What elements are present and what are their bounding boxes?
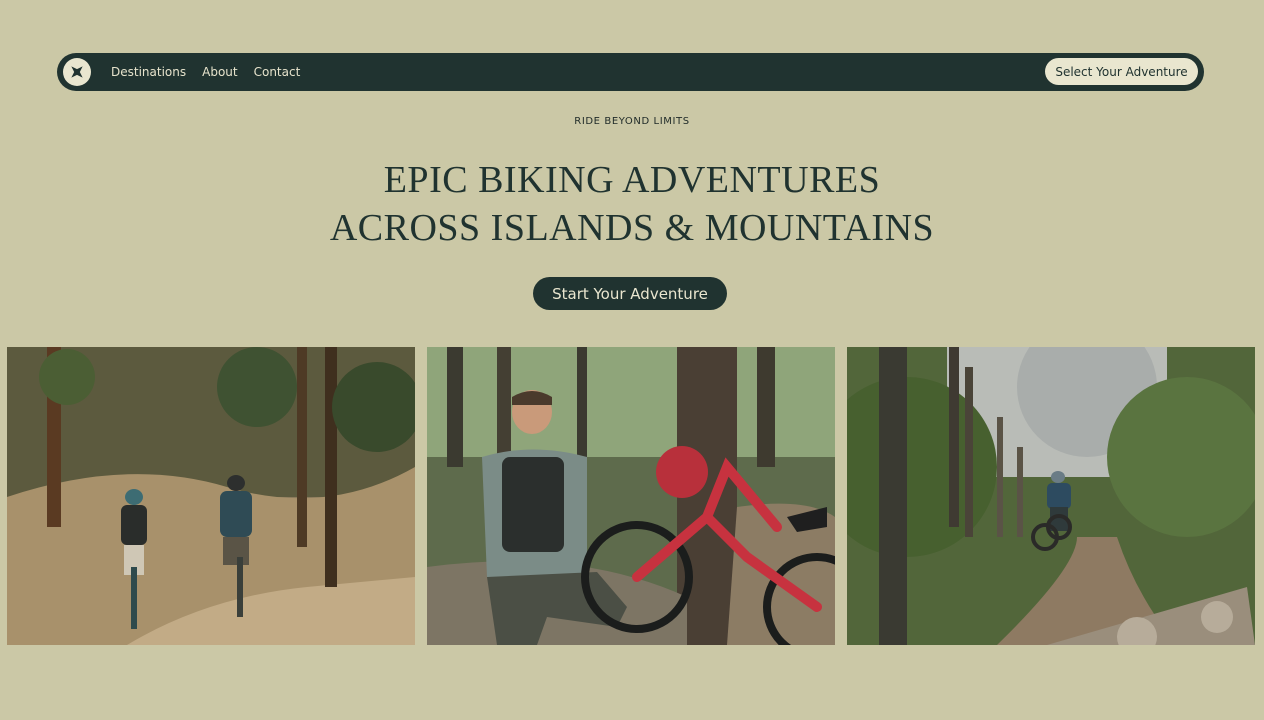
start-adventure-button[interactable]: Start Your Adventure bbox=[533, 277, 727, 310]
nav-links: Destinations About Contact bbox=[111, 65, 300, 79]
hero-eyebrow: RIDE BEYOND LIMITS bbox=[574, 116, 690, 127]
gallery-image-riders-trail bbox=[7, 347, 415, 645]
nav-link-about[interactable]: About bbox=[202, 65, 237, 79]
select-adventure-button[interactable]: Select Your Adventure bbox=[1045, 58, 1198, 85]
logo[interactable] bbox=[63, 58, 91, 86]
headline-line-1: EPIC BIKING ADVENTURES bbox=[383, 159, 881, 201]
nav-link-contact[interactable]: Contact bbox=[254, 65, 301, 79]
gallery-image-smiling-rider bbox=[427, 347, 835, 645]
compass-star-icon bbox=[71, 66, 83, 78]
hero-headline: EPIC BIKING ADVENTURES ACROSS ISLANDS & … bbox=[0, 156, 1264, 252]
nav-link-destinations[interactable]: Destinations bbox=[111, 65, 186, 79]
gallery-image-rocky-trail bbox=[847, 347, 1255, 645]
headline-line-2: ACROSS ISLANDS & MOUNTAINS bbox=[329, 207, 935, 249]
top-navbar: Destinations About Contact Select Your A… bbox=[57, 53, 1204, 91]
